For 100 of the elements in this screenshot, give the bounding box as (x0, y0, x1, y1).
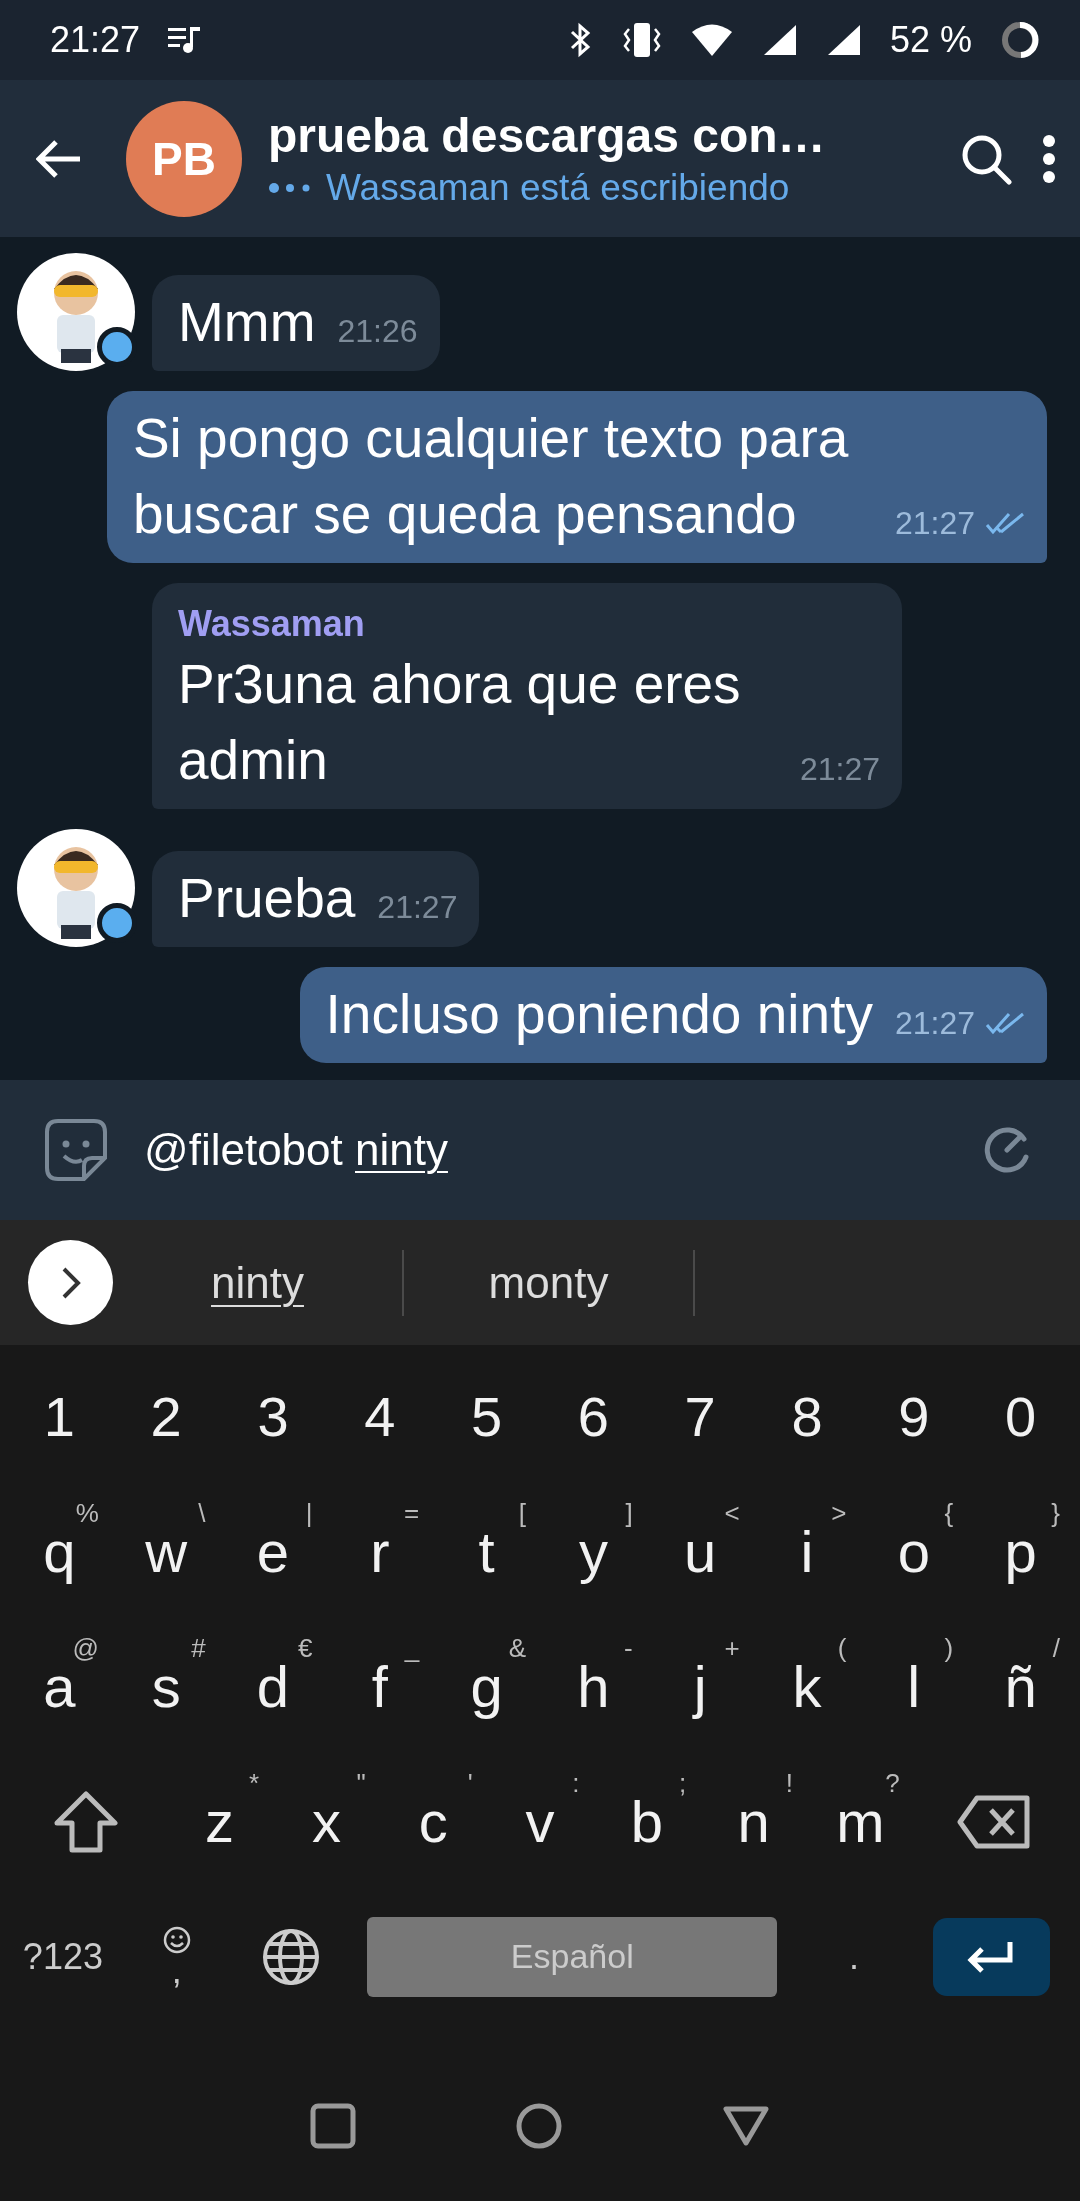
key[interactable]: . (797, 1896, 911, 2017)
key-hint: ! (785, 1769, 793, 1796)
key-hint: @ (72, 1634, 99, 1661)
key[interactable]: 2 (112, 1356, 220, 1477)
key[interactable]: c ' (379, 1761, 487, 1882)
back-arrow-icon[interactable] (36, 138, 82, 179)
key-hint: % (75, 1499, 99, 1526)
key[interactable]: 9 (860, 1356, 968, 1477)
key[interactable]: 7 (646, 1356, 754, 1477)
vibrate-icon (621, 21, 662, 59)
key-hint: - (624, 1634, 633, 1661)
message-time: 21:27 (894, 506, 975, 539)
clock-time: 21:27 (50, 19, 141, 61)
key[interactable]: w \ (112, 1491, 220, 1612)
key-hint: > (831, 1499, 847, 1526)
key-hint: { (944, 1499, 954, 1526)
key[interactable]: 5 (433, 1356, 540, 1477)
key[interactable]: 3 (219, 1356, 327, 1477)
key-hint: < (724, 1499, 740, 1526)
key[interactable]: s # (112, 1626, 220, 1747)
smiley-icon (161, 1925, 192, 1956)
menu-icon[interactable] (1042, 133, 1056, 184)
key-hint: * (248, 1769, 259, 1796)
battery-percent: 52 % (889, 19, 972, 61)
key[interactable]: e | (219, 1491, 327, 1612)
key-hint: + (724, 1634, 740, 1661)
message-text: Pr3una ahora que eres admin (178, 652, 742, 794)
key[interactable]: v : (486, 1761, 594, 1882)
symbols-key[interactable]: ?123 (6, 1896, 120, 2017)
sticker-icon[interactable] (44, 1118, 108, 1182)
wifi-icon (689, 23, 734, 57)
key[interactable]: o { (860, 1491, 968, 1612)
chat-title: prueba descargas con… (268, 108, 827, 163)
key-hint: " (356, 1769, 366, 1796)
emoji-key[interactable]: , (119, 1896, 234, 2017)
backspace-icon (956, 1794, 1031, 1849)
key[interactable]: j + (646, 1626, 754, 1747)
key-hint: : (572, 1769, 580, 1796)
key[interactable]: x " (273, 1761, 380, 1882)
message-text: Mmm (178, 289, 316, 355)
group-avatar: PB (126, 100, 242, 217)
key[interactable]: f _ (326, 1626, 434, 1747)
sender-name: Wassaman (178, 601, 366, 646)
key-hint: / (1052, 1634, 1060, 1661)
key-hint: # (191, 1634, 206, 1661)
key-hint: ; (678, 1769, 687, 1796)
key-hint: = (404, 1499, 420, 1526)
key-hint: ' (467, 1769, 473, 1796)
key[interactable]: 0 (967, 1356, 1074, 1477)
shift-icon (53, 1790, 120, 1853)
typing-status: Wassaman está escribiendo (326, 167, 790, 209)
message-time: 21:27 (377, 891, 458, 924)
key-hint: & (508, 1634, 526, 1661)
enter-key[interactable] (933, 1917, 1050, 1996)
suggestion[interactable]: monty (404, 1257, 693, 1308)
key-hint: ( (837, 1634, 847, 1661)
home-button[interactable] (516, 2102, 562, 2149)
key[interactable]: 4 (326, 1356, 434, 1477)
message-time: 21:27 (894, 1007, 975, 1039)
key-hint: € (297, 1634, 313, 1661)
globe-icon (260, 1926, 321, 1987)
recents-button[interactable] (310, 2102, 356, 2149)
key[interactable]: u < (646, 1491, 754, 1612)
key[interactable]: i > (753, 1491, 861, 1612)
key-hint: ) (944, 1634, 954, 1661)
key[interactable]: 1 (6, 1356, 113, 1477)
key-hint: ] (625, 1499, 633, 1526)
key[interactable]: 6 (540, 1356, 647, 1477)
key[interactable]: n ! (700, 1761, 807, 1882)
key-hint: [ (518, 1499, 526, 1526)
music-queue-icon (168, 25, 203, 55)
key[interactable]: g & (433, 1626, 540, 1747)
message-text: Si pongo cualquier texto para buscar se queda pensando (132, 405, 850, 547)
suggestion[interactable]: ninty (113, 1257, 402, 1308)
key[interactable]: h - (540, 1626, 647, 1747)
key[interactable]: a @ (6, 1626, 113, 1747)
key[interactable]: z * (166, 1761, 273, 1882)
message-text: Prueba (178, 866, 356, 932)
message-text: Incluso poniendo ninty (325, 982, 873, 1048)
message-time: 21:26 (337, 314, 418, 347)
key-hint: _ (404, 1634, 420, 1661)
key[interactable]: p } (967, 1491, 1074, 1612)
message-time: 21:27 (800, 753, 881, 786)
battery-ring-icon (1000, 20, 1040, 60)
key[interactable]: r = (326, 1491, 434, 1612)
key[interactable]: b ; (593, 1761, 701, 1882)
key[interactable]: m ? (807, 1761, 914, 1882)
key-hint: \ (198, 1499, 206, 1526)
key[interactable]: l ) (860, 1626, 968, 1747)
key[interactable]: k ( (753, 1626, 861, 1747)
key[interactable]: t [ (433, 1491, 540, 1612)
key-hint: } (1051, 1499, 1060, 1526)
key[interactable]: d € (219, 1626, 327, 1747)
key-hint: ? (885, 1769, 900, 1796)
key[interactable]: 8 (753, 1356, 861, 1477)
key[interactable]: q % (6, 1491, 113, 1612)
key-hint: | (305, 1499, 313, 1526)
key[interactable]: y ] (540, 1491, 647, 1612)
key[interactable]: ñ / (967, 1626, 1074, 1747)
back-button[interactable] (722, 2104, 770, 2147)
